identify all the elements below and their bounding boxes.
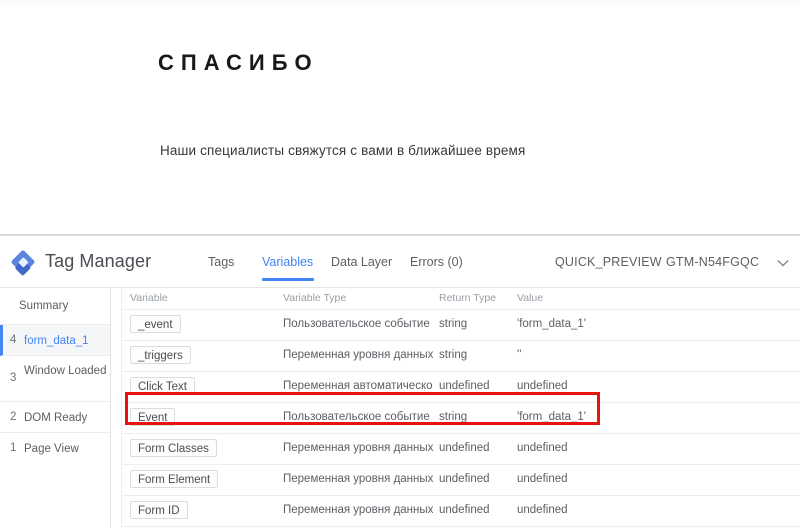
- sidebar-item-label: DOM Ready: [24, 412, 88, 424]
- value-cell: '': [517, 349, 522, 361]
- table-row[interactable]: _event Пользовательское событие string '…: [122, 310, 800, 341]
- sidebar-item-number: 1: [10, 442, 17, 454]
- column-header-variable: Variable: [130, 292, 168, 304]
- return-type-cell: undefined: [439, 504, 490, 516]
- sidebar-item-number: 4: [10, 334, 17, 346]
- value-cell: 'form_data_1': [517, 411, 586, 423]
- table-row[interactable]: Event Пользовательское событие string 'f…: [122, 403, 800, 434]
- table-row[interactable]: Form ID Переменная уровня данных undefin…: [122, 496, 800, 527]
- sidebar-item-page-view[interactable]: 1 Page View: [0, 433, 110, 464]
- table-row[interactable]: Click Text Переменная автоматического un…: [122, 372, 800, 403]
- variable-name-chip[interactable]: Form Classes: [130, 439, 217, 457]
- active-tab-indicator: [262, 278, 314, 281]
- variable-type-cell: Переменная уровня данных: [283, 442, 433, 454]
- tag-manager-body: Summary 4 form_data_1 3 Window Loaded 2 …: [0, 288, 800, 528]
- page-subtitle: Наши специалисты свяжутся с вами в ближа…: [160, 143, 526, 158]
- return-type-cell: string: [439, 411, 468, 423]
- container-id-label[interactable]: GTM-N54FGQC: [666, 255, 759, 269]
- tab-variables[interactable]: Variables: [262, 255, 313, 269]
- variable-name-chip[interactable]: Form Element: [130, 470, 219, 488]
- table-row[interactable]: Form Element Переменная уровня данных un…: [122, 465, 800, 496]
- tab-errors[interactable]: Errors (0): [410, 255, 463, 269]
- value-cell: undefined: [517, 504, 568, 516]
- variable-name-chip[interactable]: _triggers: [130, 346, 191, 364]
- chevron-down-icon[interactable]: [775, 255, 791, 271]
- value-cell: undefined: [517, 380, 568, 392]
- variable-type-cell: Переменная уровня данных: [283, 473, 433, 485]
- sidebar-item-label: form_data_1: [24, 335, 89, 347]
- variable-type-cell: Пользовательское событие: [283, 411, 430, 423]
- tab-tags[interactable]: Tags: [208, 255, 234, 269]
- value-cell: 'form_data_1': [517, 318, 586, 330]
- sidebar-item-label: Page View: [24, 443, 79, 455]
- variable-type-cell: Переменная уровня данных: [283, 504, 433, 516]
- quick-preview-button[interactable]: QUICK_PREVIEW: [555, 255, 662, 269]
- sidebar-item-number: 3: [10, 372, 17, 384]
- sidebar-item-window-loaded[interactable]: 3 Window Loaded: [0, 356, 110, 402]
- sidebar-gutter: [111, 288, 122, 528]
- tag-manager-preview-panel: Tag Manager Tags Variables Data Layer Er…: [0, 236, 800, 528]
- return-type-cell: string: [439, 349, 468, 361]
- variables-table: Variable Variable Type Return Type Value…: [122, 288, 800, 528]
- table-row[interactable]: _triggers Переменная уровня данных strin…: [122, 341, 800, 372]
- sidebar-item-summary[interactable]: Summary: [0, 288, 110, 325]
- brand-name: Tag Manager: [45, 251, 152, 271]
- variable-type-cell: Пользовательское событие: [283, 318, 430, 330]
- return-type-cell: string: [439, 318, 468, 330]
- return-type-cell: undefined: [439, 473, 490, 485]
- variable-name-chip[interactable]: Event: [130, 408, 176, 426]
- sidebar-item-label: Window Loaded: [24, 365, 107, 377]
- variable-name-chip[interactable]: _event: [130, 315, 181, 333]
- value-cell: undefined: [517, 473, 568, 485]
- table-row[interactable]: Form Classes Переменная уровня данных un…: [122, 434, 800, 465]
- column-header-return-type: Return Type: [439, 292, 497, 304]
- column-header-variable-type: Variable Type: [283, 292, 347, 304]
- value-cell: undefined: [517, 442, 568, 454]
- tag-manager-header: Tag Manager Tags Variables Data Layer Er…: [0, 236, 800, 288]
- tab-data-layer[interactable]: Data Layer: [331, 255, 392, 269]
- return-type-cell: undefined: [439, 380, 490, 392]
- table-header-row: Variable Variable Type Return Type Value: [122, 288, 800, 310]
- page-title: СПАСИБО: [158, 50, 319, 75]
- sidebar-item-dom-ready[interactable]: 2 DOM Ready: [0, 402, 110, 433]
- tag-manager-diamond-icon: [11, 250, 37, 276]
- variable-name-chip[interactable]: Click Text: [130, 377, 195, 395]
- sidebar-item-form-data-1[interactable]: 4 form_data_1: [0, 325, 110, 356]
- column-header-value: Value: [517, 292, 544, 304]
- sidebar-item-number: 2: [10, 411, 17, 423]
- variable-type-cell: Переменная автоматического: [283, 380, 433, 392]
- variable-name-chip[interactable]: Form ID: [130, 501, 188, 519]
- variable-type-cell: Переменная уровня данных: [283, 349, 433, 361]
- return-type-cell: undefined: [439, 442, 490, 454]
- event-sidebar: Summary 4 form_data_1 3 Window Loaded 2 …: [0, 288, 111, 528]
- thank-you-page: СПАСИБО Наши специалисты свяжутся с вами…: [0, 0, 800, 236]
- sidebar-item-label: Summary: [19, 300, 69, 312]
- page-top-band: [0, 0, 800, 6]
